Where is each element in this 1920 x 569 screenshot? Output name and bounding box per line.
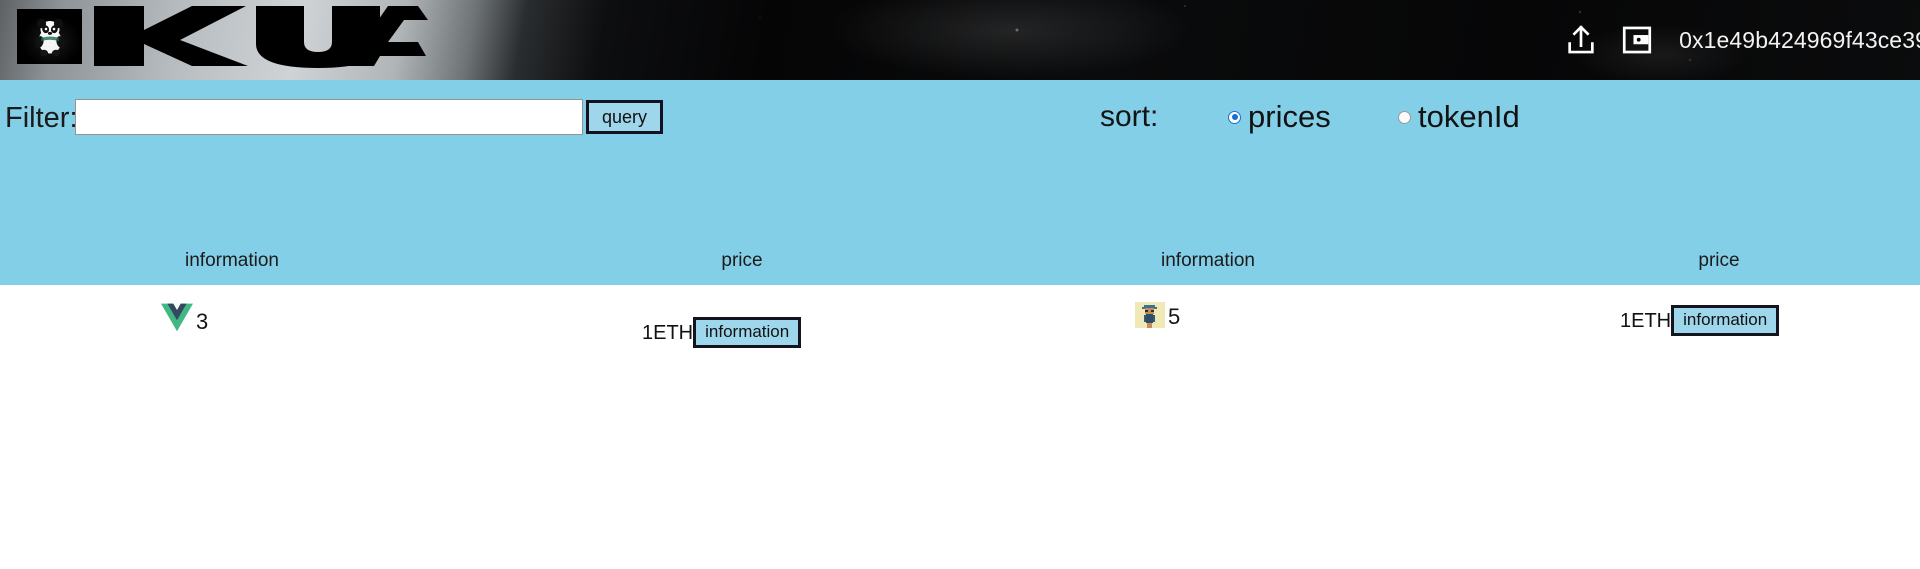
sort-option-prices[interactable]: prices	[1228, 98, 1331, 136]
kua-logotype-icon	[94, 6, 428, 68]
column-header-information-1: information	[185, 250, 279, 271]
column-header-information-2: information	[1161, 250, 1255, 271]
item-thumb-cell-1[interactable]: 3	[161, 302, 208, 333]
upload-icon[interactable]	[1553, 12, 1609, 68]
item-token-id-2: 5	[1168, 304, 1181, 329]
wallet-address[interactable]: 0x1e49b424969f43ce39	[1679, 27, 1920, 54]
sort-option-tokenid[interactable]: tokenId	[1398, 98, 1520, 136]
radio-tokenid-input[interactable]	[1398, 110, 1411, 124]
marketplace-panel: Filter: query sort: prices tokenId infor…	[0, 80, 1920, 348]
item-information-button-1[interactable]: information	[693, 317, 802, 348]
header-actions: 0x1e49b424969f43ce39	[1553, 0, 1920, 80]
filter-label: Filter:	[5, 102, 78, 134]
radio-prices-input[interactable]	[1228, 110, 1241, 124]
panda-astronaut-logo[interactable]	[17, 9, 82, 64]
item-price-cell-2: 1ETH information	[1620, 305, 1780, 336]
item-information-button-2[interactable]: information	[1671, 305, 1780, 336]
item-price-1: 1ETH	[642, 321, 694, 344]
vue-logo-icon	[161, 303, 193, 332]
sort-option-tokenid-label: tokenId	[1418, 99, 1520, 134]
item-price-cell-1: 1ETH information	[642, 317, 802, 348]
sort-option-prices-label: prices	[1248, 99, 1331, 134]
query-button[interactable]: query	[586, 100, 664, 134]
sort-label: sort:	[1100, 100, 1159, 133]
filter-row: Filter: query	[0, 98, 1920, 142]
brand-wordmark	[88, 0, 428, 70]
column-header-price-1: price	[721, 250, 763, 271]
filter-input[interactable]	[75, 99, 583, 135]
item-token-id-1: 3	[196, 309, 209, 334]
site-header: 0x1e49b424969f43ce39	[0, 0, 1920, 80]
item-price-2: 1ETH	[1620, 309, 1672, 332]
item-thumb-cell-2[interactable]: 5	[1135, 302, 1180, 328]
column-header-price-2: price	[1698, 250, 1740, 271]
panda-icon	[34, 18, 65, 56]
wallet-icon[interactable]	[1609, 12, 1665, 68]
cryptopunk-avatar-icon	[1135, 302, 1165, 328]
